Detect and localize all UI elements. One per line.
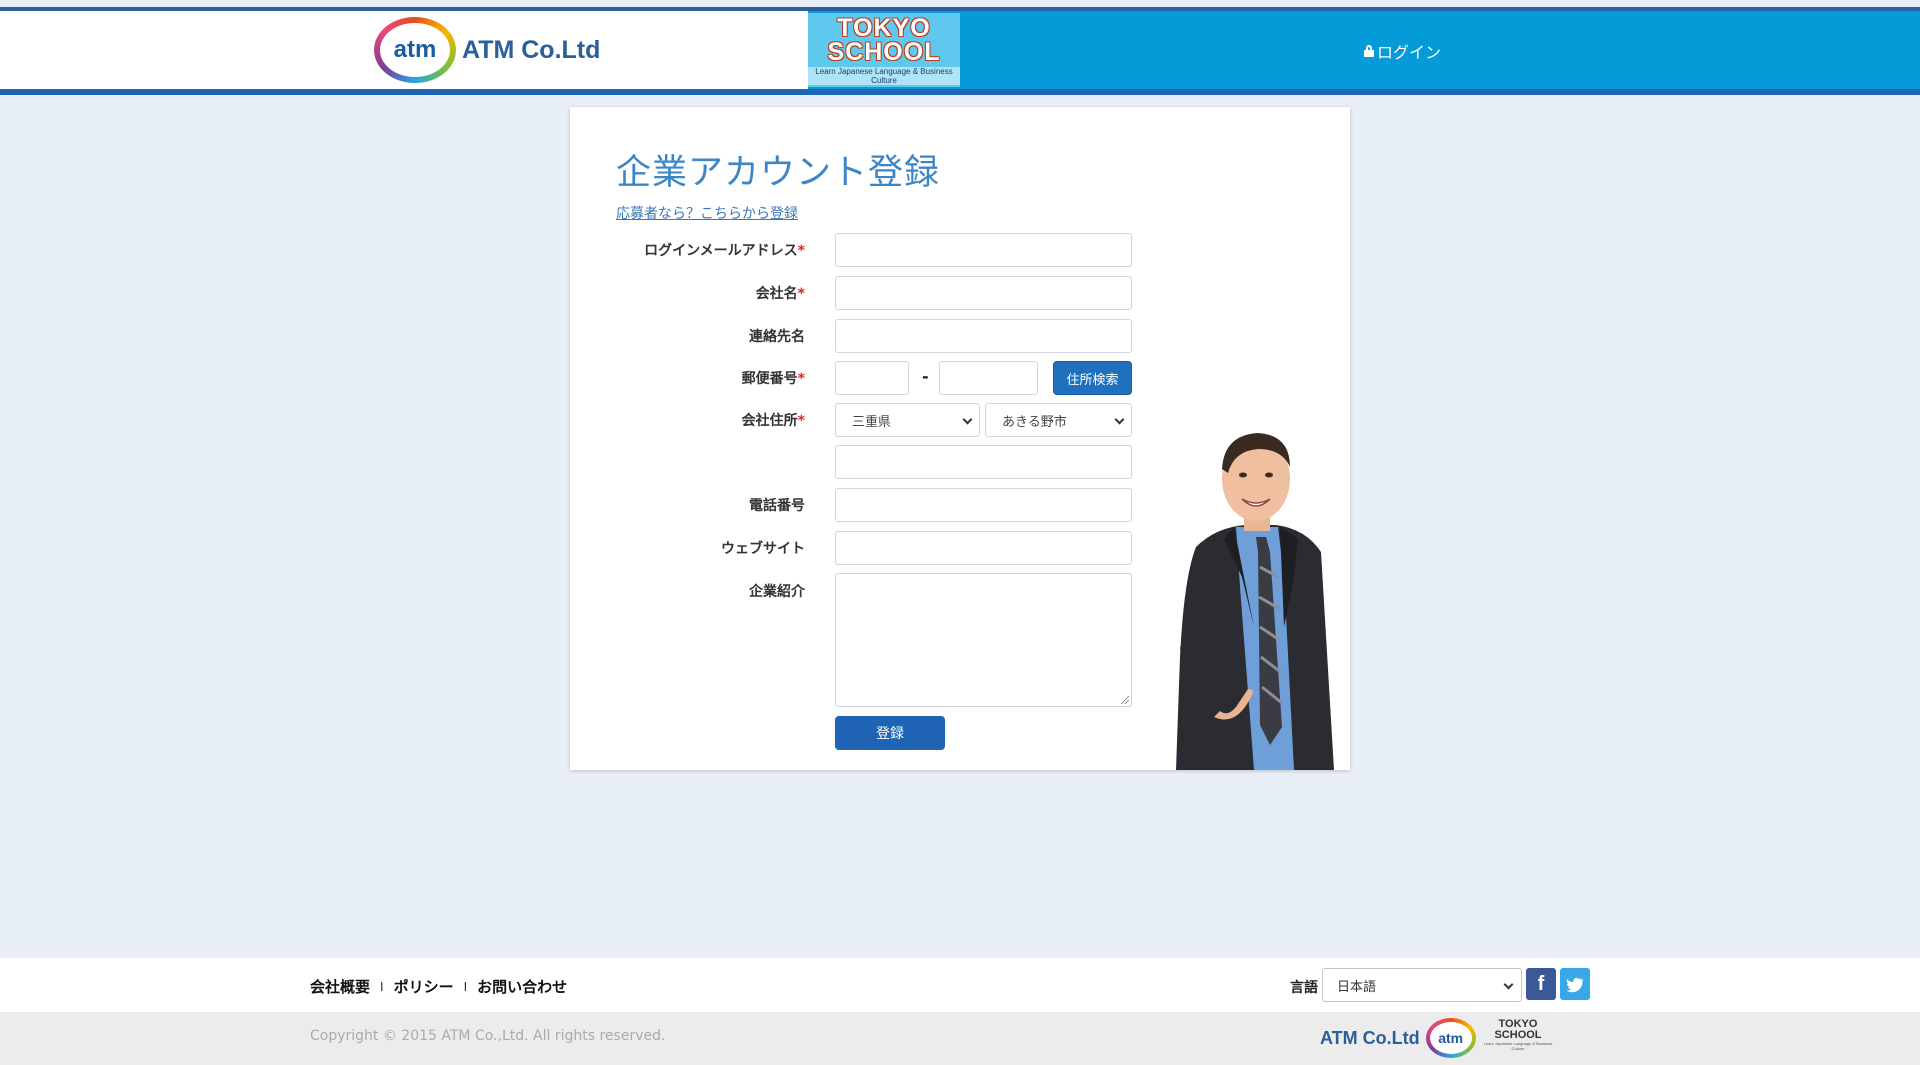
login-label: ログイン [1377, 43, 1442, 62]
twitter-icon[interactable] [1560, 968, 1590, 1000]
footer-separator: I [380, 979, 384, 994]
lock-icon [1364, 45, 1374, 57]
city-value: あきる野市 [1002, 414, 1067, 430]
footer-link-policy[interactable]: ポリシー [394, 976, 454, 997]
facebook-icon[interactable]: f [1526, 968, 1556, 1000]
page-title: 企業アカウント登録 [616, 153, 941, 193]
prefecture-value: 三重県 [852, 414, 892, 430]
registration-card: 企業アカウント登録 応募者なら？こちらから登録 ログインメールアドレス* 会社名… [570, 107, 1350, 770]
resize-grip-icon[interactable] [1121, 696, 1129, 704]
login-email-input[interactable] [835, 233, 1132, 267]
address-search-button[interactable]: 住所検索 [1053, 361, 1132, 395]
company-name: ATM Co.Ltd [462, 35, 601, 64]
chevron-down-icon [1503, 979, 1514, 990]
company-intro-textarea[interactable] [835, 573, 1132, 707]
tokyo-school-logo[interactable]: TOKYO SCHOOL Learn Japanese Language & B… [808, 13, 960, 87]
company-address-label: 会社住所* [741, 413, 805, 429]
website-input[interactable] [835, 531, 1132, 565]
copyright-bar: Copyright © 2015 ATM Co.,Ltd. All rights… [0, 1012, 1920, 1065]
postal-code-first-input[interactable] [835, 361, 909, 395]
footer-atm-logo: ATM Co.Ltd atm [1320, 1018, 1476, 1058]
site-footer: 会社概要 I ポリシー I お問い合わせ 言語 日本語 f [0, 958, 1920, 1012]
language-select[interactable]: 日本語 [1322, 968, 1522, 1002]
site-header: atm ATM Co.Ltd TOKYO SCHOOL Learn Japane… [0, 11, 1920, 89]
phone-input[interactable] [835, 488, 1132, 522]
copyright-text: Copyright © 2015 ATM Co.,Ltd. All rights… [310, 1028, 666, 1044]
chevron-down-icon [1114, 414, 1125, 425]
footer-links: 会社概要 I ポリシー I お問い合わせ [310, 976, 567, 997]
footer-tokyo-line2: SCHOOL [1494, 1029, 1542, 1041]
register-button[interactable]: 登録 [835, 716, 945, 750]
footer-tokyo-tagline: Learn Japanese Language & Business Cultu… [1483, 1041, 1553, 1051]
language-value: 日本語 [1337, 979, 1377, 995]
footer-atm-ring-icon: atm [1425, 1018, 1476, 1058]
prefecture-select[interactable]: 三重県 [835, 403, 980, 437]
street-address-input[interactable] [835, 445, 1132, 479]
login-email-label: ログインメールアドレス* [644, 243, 805, 259]
tokyo-logo-tagline: Learn Japanese Language & Business Cultu… [808, 67, 960, 85]
website-label: ウェブサイト [721, 541, 805, 557]
company-name-label: 会社名* [755, 286, 805, 302]
footer-tokyo-school-logo: TOKYO SCHOOL Learn Japanese Language & B… [1478, 1019, 1558, 1052]
atm-logo-ring-icon: atm [374, 17, 456, 83]
header-bottom-line [0, 89, 1920, 95]
postal-code-second-input[interactable] [939, 361, 1038, 395]
atm-logo[interactable]: atm ATM Co.Ltd [374, 16, 600, 84]
chevron-down-icon [962, 414, 973, 425]
phone-label: 電話番号 [749, 498, 805, 514]
language-label: 言語 [1290, 980, 1318, 996]
contact-name-input[interactable] [835, 319, 1132, 353]
footer-link-company[interactable]: 会社概要 [310, 976, 370, 997]
postal-code-label: 郵便番号* [741, 371, 805, 387]
applicant-register-link[interactable]: 応募者なら？こちらから登録 [616, 203, 798, 223]
postal-code-dash: - [922, 367, 929, 386]
company-intro-label: 企業紹介 [749, 584, 805, 600]
footer-link-contact[interactable]: お問い合わせ [477, 976, 567, 997]
login-link[interactable]: ログイン [1364, 39, 1441, 63]
footer-atm-name: ATM Co.Ltd [1320, 1027, 1420, 1048]
tokyo-logo-line1: TOKYO [837, 14, 931, 42]
contact-name-label: 連絡先名 [749, 329, 805, 345]
city-select[interactable]: あきる野市 [985, 403, 1132, 437]
businessman-photo [1176, 433, 1334, 770]
footer-atm-logo-text: atm [1429, 1022, 1472, 1054]
tokyo-logo-line2: SCHOOL [827, 38, 941, 66]
atm-logo-text: atm [380, 23, 450, 77]
footer-separator: I [463, 979, 468, 994]
company-name-input[interactable] [835, 276, 1132, 310]
